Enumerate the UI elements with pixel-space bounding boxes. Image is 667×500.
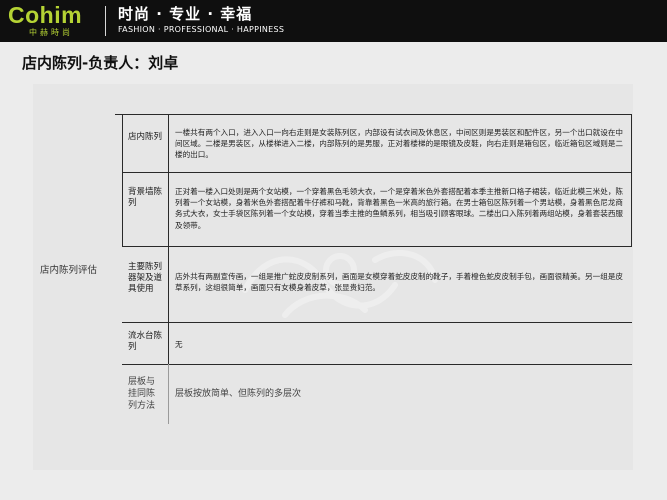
- row-label-store-display: 店内陈列: [128, 132, 163, 142]
- row-label-shelving-method: 层板与挂同陈列方法: [128, 376, 156, 410]
- table-line: [631, 114, 632, 247]
- row-label-display-table: 流水台陈列: [128, 331, 163, 352]
- brand-subtitle: 中赫時尚: [29, 28, 73, 37]
- evaluation-category-label: 店内陈列评估: [40, 266, 98, 276]
- table-line: [122, 322, 632, 323]
- table-line: [122, 114, 123, 247]
- header-divider: [105, 6, 106, 36]
- table-line: [122, 246, 632, 247]
- table-line: [168, 364, 169, 424]
- row-content-background-wall: 正对着一楼入口处则是两个女站模，一个穿着黑色毛领大衣，一个是穿着米色外套搭配着本…: [175, 187, 624, 230]
- row-content-fixtures-props: 店外共有两副宣传画，一组是推广蛇皮皮制系列，画面是女模穿着蛇皮皮制的靴子，手着橙…: [175, 272, 624, 293]
- page-title: 店内陈列-负责人：刘卓: [22, 54, 179, 72]
- brand-logo: Cohim 中赫時尚: [8, 3, 100, 39]
- slogan-chinese: 时尚 · 专业 · 幸福: [118, 5, 253, 23]
- row-content-display-table: 无: [175, 340, 183, 349]
- table-line: [122, 172, 632, 173]
- row-label-background-wall: 背景墙陈列: [128, 187, 163, 208]
- header-bar: Cohim 中赫時尚 时尚 · 专业 · 幸福 FASHION · PROFES…: [0, 0, 667, 42]
- table-line: [115, 114, 632, 115]
- table-line: [122, 364, 632, 365]
- slogan-english: FASHION · PROFESSIONAL · HAPPINESS: [118, 25, 285, 34]
- table-line: [168, 114, 169, 364]
- row-content-store-display: 一楼共有两个入口，进入入口一向右走则是女装陈列区，内部设有试衣间及休息区，中间区…: [175, 128, 624, 160]
- row-label-fixtures-props: 主要陈列器架及道具使用: [128, 262, 163, 294]
- row-content-shelving-method: 层板按放简单、但陈列的多层次: [175, 388, 302, 398]
- brand-name: Cohim: [8, 2, 83, 28]
